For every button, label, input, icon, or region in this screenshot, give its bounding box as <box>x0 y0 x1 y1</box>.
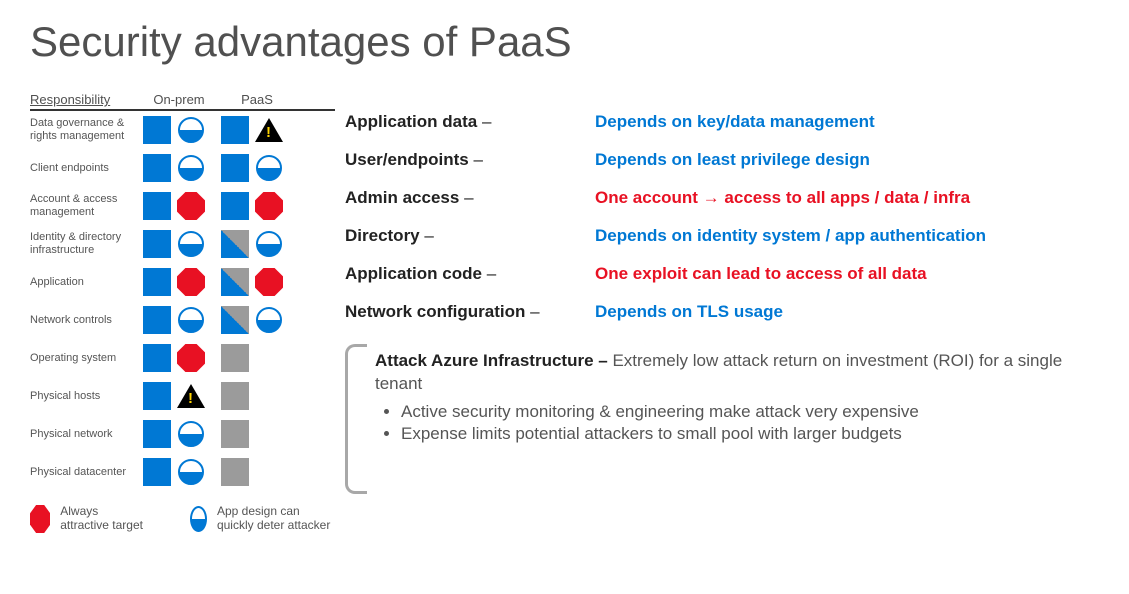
row-label: Physical datacenter <box>30 466 140 479</box>
customer-box-icon <box>218 189 252 223</box>
customer-box-icon <box>140 455 174 489</box>
shared-box-icon <box>218 227 252 261</box>
line-admin-access: Admin access – One account → access to a… <box>345 188 1099 226</box>
line-head: Directory <box>345 226 420 245</box>
shared-box-icon <box>218 265 252 299</box>
half-circle-icon <box>190 506 207 532</box>
customer-box-icon <box>218 113 252 147</box>
table-row: Physical hosts <box>30 377 335 415</box>
col-onprem: On-prem <box>140 92 218 107</box>
legend-label: App design can quickly deter attacker <box>217 505 335 533</box>
customer-box-icon <box>140 113 174 147</box>
table-row: Network controls <box>30 301 335 339</box>
line-head: Network configuration <box>345 302 525 321</box>
octagon-stop-icon <box>30 505 50 533</box>
responsibility-table: Responsibility On-prem PaaS Data governa… <box>30 92 335 533</box>
infrastructure-block: Attack Azure Infrastructure – Extremely … <box>345 350 1099 444</box>
table-row: Physical datacenter <box>30 453 335 491</box>
provider-box-icon <box>218 341 252 375</box>
provider-box-icon <box>218 379 252 413</box>
half-circle-icon <box>174 303 208 337</box>
line-directory: Directory – Depends on identity system /… <box>345 226 1099 264</box>
table-row: Physical network <box>30 415 335 453</box>
legend-label: Always attractive target <box>60 505 150 533</box>
warning-triangle-icon <box>174 379 208 413</box>
customer-box-icon <box>140 341 174 375</box>
row-label: Data governance & rights management <box>30 117 140 142</box>
customer-box-icon <box>140 303 174 337</box>
customer-box-icon <box>140 151 174 185</box>
table-row: Data governance & rights management <box>30 111 335 149</box>
half-circle-icon <box>174 227 208 261</box>
line-desc: Depends on least privilege design <box>595 150 870 170</box>
line-head: Admin access <box>345 188 459 207</box>
infra-bullet: Active security monitoring & engineering… <box>401 402 1099 422</box>
customer-box-icon <box>140 227 174 261</box>
infra-head: Attack Azure Infrastructure – <box>375 351 608 370</box>
row-label: Physical hosts <box>30 390 140 403</box>
table-row: Account & access management <box>30 187 335 225</box>
half-circle-icon <box>174 417 208 451</box>
line-user-endpoints: User/endpoints – Depends on least privil… <box>345 150 1099 188</box>
row-label: Network controls <box>30 314 140 327</box>
shared-box-icon <box>218 303 252 337</box>
col-responsibility: Responsibility <box>30 92 140 107</box>
row-label: Operating system <box>30 352 140 365</box>
legend-item: Always attractive target <box>30 505 150 533</box>
octagon-stop-icon <box>252 189 286 223</box>
table-row: Application <box>30 263 335 301</box>
line-application-code: Application code – One exploit can lead … <box>345 264 1099 302</box>
half-circle-icon <box>174 151 208 185</box>
half-circle-icon <box>174 113 208 147</box>
customer-box-icon <box>218 151 252 185</box>
customer-box-icon <box>140 189 174 223</box>
provider-box-icon <box>218 417 252 451</box>
octagon-stop-icon <box>252 265 286 299</box>
legend: Always attractive target App design can … <box>30 505 335 533</box>
col-paas: PaaS <box>218 92 296 107</box>
line-desc: Depends on TLS usage <box>595 302 783 322</box>
octagon-stop-icon <box>174 189 208 223</box>
warning-triangle-icon <box>252 113 286 147</box>
line-desc: Depends on key/data management <box>595 112 875 132</box>
line-head: Application code <box>345 264 482 283</box>
line-head: User/endpoints <box>345 150 469 169</box>
table-row: Identity & directory infrastructure <box>30 225 335 263</box>
infra-bullet: Expense limits potential attackers to sm… <box>401 424 1099 444</box>
line-network-config: Network configuration – Depends on TLS u… <box>345 302 1099 340</box>
half-circle-icon <box>252 303 286 337</box>
line-desc: One exploit can lead to access of all da… <box>595 264 927 284</box>
half-circle-icon <box>174 455 208 489</box>
octagon-stop-icon <box>174 341 208 375</box>
table-row: Client endpoints <box>30 149 335 187</box>
legend-item: App design can quickly deter attacker <box>190 505 335 533</box>
provider-box-icon <box>218 455 252 489</box>
line-desc: Depends on identity system / app authent… <box>595 226 986 246</box>
customer-box-icon <box>140 379 174 413</box>
octagon-stop-icon <box>174 265 208 299</box>
row-label: Identity & directory infrastructure <box>30 231 140 256</box>
half-circle-icon <box>252 151 286 185</box>
line-desc: One account → access to all apps / data … <box>595 188 970 208</box>
line-application-data: Application data – Depends on key/data m… <box>345 112 1099 150</box>
row-label: Account & access management <box>30 193 140 218</box>
row-label: Application <box>30 276 140 289</box>
brace-icon <box>345 344 367 494</box>
customer-box-icon <box>140 417 174 451</box>
row-label: Physical network <box>30 428 140 441</box>
half-circle-icon <box>252 227 286 261</box>
line-head: Application data <box>345 112 477 131</box>
row-label: Client endpoints <box>30 162 140 175</box>
customer-box-icon <box>140 265 174 299</box>
page-title: Security advantages of PaaS <box>30 18 1099 66</box>
table-row: Operating system <box>30 339 335 377</box>
